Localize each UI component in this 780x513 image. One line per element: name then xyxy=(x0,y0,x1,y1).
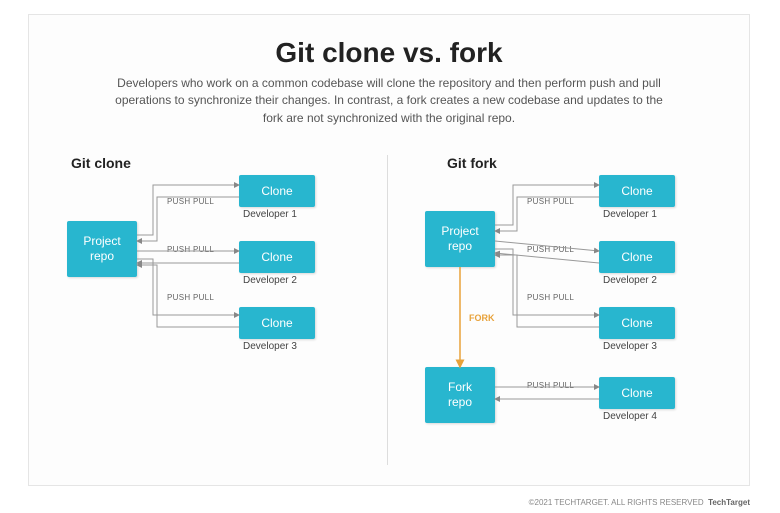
section-label-clone: Git clone xyxy=(71,155,131,171)
footer-brand: TechTarget xyxy=(708,498,750,507)
clone-caption: Developer 3 xyxy=(603,341,657,352)
section-label-fork: Git fork xyxy=(447,155,497,171)
push-pull-label: PUSH PULL xyxy=(527,245,574,254)
push-pull-label: PUSH PULL xyxy=(527,293,574,302)
clone-caption: Developer 2 xyxy=(603,275,657,286)
clone-box: Clone xyxy=(599,241,675,273)
clone-caption: Developer 2 xyxy=(243,275,297,286)
clone-box: Clone xyxy=(599,307,675,339)
push-pull-label: PUSH PULL xyxy=(167,293,214,302)
clone-box: Clone xyxy=(239,175,315,207)
project-repo-box-right: Project repo xyxy=(425,211,495,267)
push-pull-label: PUSH PULL xyxy=(527,197,574,206)
diagram-frame: Git clone vs. fork Developers who work o… xyxy=(28,14,750,486)
diagram-subtitle: Developers who work on a common codebase… xyxy=(109,75,669,127)
fork-repo-box: Fork repo xyxy=(425,367,495,423)
push-pull-label: PUSH PULL xyxy=(167,197,214,206)
clone-box: Clone xyxy=(599,377,675,409)
push-pull-label: PUSH PULL xyxy=(527,381,574,390)
clone-caption: Developer 1 xyxy=(603,209,657,220)
clone-caption: Developer 1 xyxy=(243,209,297,220)
clone-box: Clone xyxy=(239,307,315,339)
clone-caption: Developer 4 xyxy=(603,411,657,422)
clone-box: Clone xyxy=(599,175,675,207)
diagram-title: Git clone vs. fork xyxy=(29,37,749,69)
clone-caption: Developer 3 xyxy=(243,341,297,352)
center-divider xyxy=(387,155,388,465)
footer-credit: ©2021 TECHTARGET. ALL RIGHTS RESERVED Te… xyxy=(529,498,750,507)
push-pull-label: PUSH PULL xyxy=(167,245,214,254)
clone-box: Clone xyxy=(239,241,315,273)
footer-copy: ©2021 TECHTARGET. ALL RIGHTS RESERVED xyxy=(529,498,704,507)
project-repo-box-left: Project repo xyxy=(67,221,137,277)
fork-edge-label: FORK xyxy=(469,313,495,323)
